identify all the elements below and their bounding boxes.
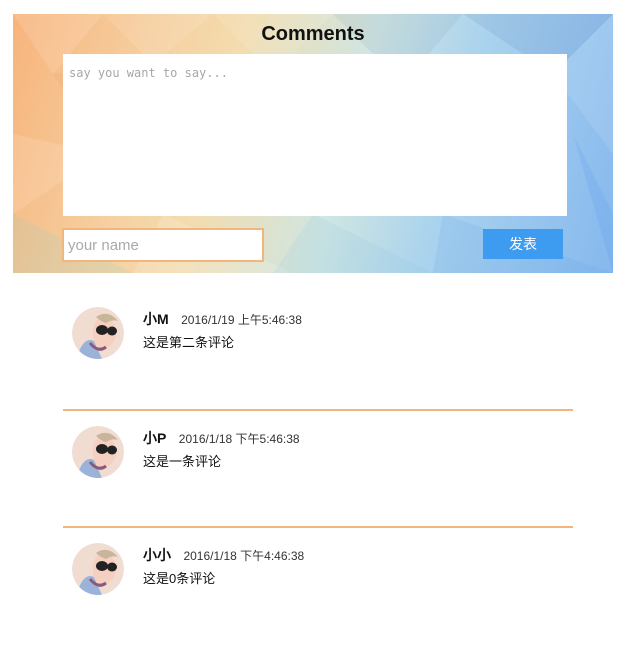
- comment-author: 小P: [143, 430, 167, 446]
- comment-textarea[interactable]: [63, 54, 567, 216]
- comment-item: 小P 2016/1/18 下午5:46:38 这是一条评论: [63, 409, 573, 528]
- comment-item: 小M 2016/1/19 上午5:46:38 这是第二条评论: [63, 292, 573, 409]
- comment-author: 小小: [143, 547, 171, 563]
- comment-timestamp: 2016/1/18 下午4:46:38: [183, 549, 305, 563]
- submit-button[interactable]: 发表: [483, 229, 563, 259]
- comment-text: 这是一条评论: [143, 454, 222, 469]
- comment-composer: Comments 发表: [13, 14, 613, 273]
- name-input[interactable]: [62, 228, 264, 262]
- comment-timestamp: 2016/1/18 下午5:46:38: [178, 432, 300, 446]
- comment-meta: 小M 2016/1/19 上午5:46:38: [143, 309, 302, 329]
- user-avatar-icon: [72, 426, 124, 478]
- comment-meta: 小P 2016/1/18 下午5:46:38: [143, 428, 300, 448]
- comment-author: 小M: [143, 311, 169, 327]
- comment-item: 小小 2016/1/18 下午4:46:38 这是0条评论: [63, 526, 573, 645]
- user-avatar-icon: [72, 307, 124, 359]
- comment-text: 这是第二条评论: [143, 335, 235, 350]
- user-avatar-icon: [72, 543, 124, 595]
- comment-timestamp: 2016/1/19 上午5:46:38: [181, 313, 302, 327]
- comment-meta: 小小 2016/1/18 下午4:46:38: [143, 545, 304, 565]
- comments-title: Comments: [261, 23, 365, 45]
- comment-text: 这是0条评论: [143, 571, 216, 586]
